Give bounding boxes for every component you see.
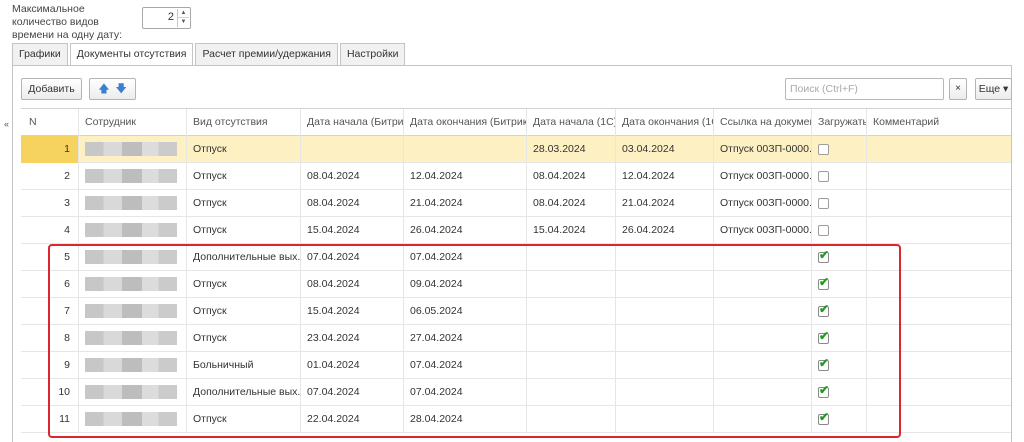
side-marker: «	[4, 119, 10, 129]
tab-bonus-calculation[interactable]: Расчет премии/удержания	[195, 43, 338, 65]
cell-end-bitrix[interactable]: 21.04.2024	[404, 190, 527, 217]
cell-start-bitrix[interactable]: 15.04.2024	[301, 217, 404, 244]
cell-document-link[interactable]: Отпуск 00ЗП-0000...	[714, 163, 812, 190]
load-checkbox[interactable]	[818, 197, 829, 209]
header-n[interactable]: N	[21, 109, 79, 136]
header-employee[interactable]: Сотрудник	[79, 109, 187, 136]
cell-start-bitrix[interactable]: 08.04.2024	[301, 163, 404, 190]
stepper-up-icon[interactable]: ▲	[178, 9, 189, 18]
header-end-bitrix[interactable]: Дата окончания (Битрикс)	[404, 109, 527, 136]
cell-start-1c[interactable]: 08.04.2024	[527, 190, 616, 217]
tab-graphs[interactable]: Графики	[12, 43, 68, 65]
clear-search-button[interactable]: ×	[949, 78, 967, 100]
tab-settings[interactable]: Настройки	[339, 43, 406, 65]
cell-end-bitrix[interactable]	[404, 136, 527, 163]
cell-start-1c[interactable]: 08.04.2024	[527, 163, 616, 190]
move-buttons: 🡅 🡇	[89, 78, 136, 100]
add-button[interactable]: Добавить	[21, 78, 82, 100]
max-time-types-stepper[interactable]: 2 ▲ ▼	[142, 7, 191, 29]
cell-employee[interactable]	[79, 190, 187, 217]
search-input[interactable]: Поиск (Ctrl+F)	[785, 78, 944, 100]
cell-end-1c[interactable]: 03.04.2024	[616, 136, 714, 163]
stepper-down-icon[interactable]: ▼	[178, 18, 189, 27]
cell-comment[interactable]	[867, 136, 1011, 163]
move-up-icon[interactable]: 🡅	[98, 79, 109, 99]
cell-end-1c[interactable]: 21.04.2024	[616, 190, 714, 217]
stepper-buttons[interactable]: ▲ ▼	[177, 9, 189, 27]
header-start-bitrix[interactable]: Дата начала (Битрикс)	[301, 109, 404, 136]
max-time-types-label: Максимальное количество видов времени на…	[12, 3, 122, 41]
header-comment[interactable]: Комментарий	[867, 109, 1011, 136]
cell-document-link[interactable]: Отпуск 00ЗП-0000...	[714, 190, 812, 217]
cell-start-1c[interactable]: 28.03.2024	[527, 136, 616, 163]
cell-n[interactable]: 2	[21, 163, 79, 190]
load-checkbox[interactable]	[818, 170, 829, 182]
cell-load[interactable]	[812, 190, 867, 217]
cell-end-bitrix[interactable]: 12.04.2024	[404, 163, 527, 190]
redacted-employee-name	[85, 142, 177, 156]
table-row[interactable]: 4 Отпуск 15.04.2024 26.04.2024 15.04.2024 26.…	[21, 217, 1011, 244]
tab-absence-documents[interactable]: Документы отсутствия	[69, 43, 194, 66]
cell-end-1c[interactable]: 12.04.2024	[616, 163, 714, 190]
cell-n[interactable]: 4	[21, 217, 79, 244]
cell-n[interactable]: 3	[21, 190, 79, 217]
table-header: N Сотрудник Вид отсутствия Дата начала (…	[21, 109, 1011, 136]
stepper-value: 2	[167, 11, 174, 23]
cell-end-bitrix[interactable]: 26.04.2024	[404, 217, 527, 244]
header-absence-type[interactable]: Вид отсутствия	[187, 109, 301, 136]
redacted-employee-name	[85, 223, 177, 237]
table-row[interactable]: 3 Отпуск 08.04.2024 21.04.2024 08.04.2024 21.…	[21, 190, 1011, 217]
cell-employee[interactable]	[79, 163, 187, 190]
cell-comment[interactable]	[867, 190, 1011, 217]
cell-end-1c[interactable]: 26.04.2024	[616, 217, 714, 244]
table-row[interactable]: 2 Отпуск 08.04.2024 12.04.2024 08.04.2024 12.…	[21, 163, 1011, 190]
cell-employee[interactable]	[79, 136, 187, 163]
cell-start-1c[interactable]: 15.04.2024	[527, 217, 616, 244]
cell-absence-type[interactable]: Отпуск	[187, 190, 301, 217]
cell-document-link[interactable]: Отпуск 00ЗП-0000...	[714, 217, 812, 244]
cell-absence-type[interactable]: Отпуск	[187, 136, 301, 163]
cell-start-bitrix[interactable]	[301, 136, 404, 163]
move-down-icon[interactable]: 🡇	[116, 79, 127, 99]
cell-document-link[interactable]: Отпуск 00ЗП-0000...	[714, 136, 812, 163]
header-start-1c[interactable]: Дата начала (1С)	[527, 109, 616, 136]
cell-n[interactable]: 1	[21, 136, 79, 163]
cell-comment[interactable]	[867, 163, 1011, 190]
cell-absence-type[interactable]: Отпуск	[187, 163, 301, 190]
cell-comment[interactable]	[867, 217, 1011, 244]
table-row[interactable]: 1 Отпуск 28.03.2024 03.04.2024 Отпуск 00ЗП-0…	[21, 136, 1011, 163]
highlight-frame	[48, 244, 901, 438]
more-button[interactable]: Еще ▾	[975, 78, 1012, 100]
cell-load[interactable]	[812, 163, 867, 190]
cell-absence-type[interactable]: Отпуск	[187, 217, 301, 244]
header-document-link[interactable]: Ссылка на документ	[714, 109, 812, 136]
header-load[interactable]: Загружать	[812, 109, 867, 136]
header-end-1c[interactable]: Дата окончания (1С)	[616, 109, 714, 136]
cell-load[interactable]	[812, 217, 867, 244]
cell-employee[interactable]	[79, 217, 187, 244]
tab-bar: Графики Документы отсутствия Расчет прем…	[12, 43, 407, 66]
redacted-employee-name	[85, 169, 177, 183]
load-checkbox[interactable]	[818, 224, 829, 236]
redacted-employee-name	[85, 196, 177, 210]
cell-load[interactable]	[812, 136, 867, 163]
cell-start-bitrix[interactable]: 08.04.2024	[301, 190, 404, 217]
load-checkbox[interactable]	[818, 143, 829, 155]
